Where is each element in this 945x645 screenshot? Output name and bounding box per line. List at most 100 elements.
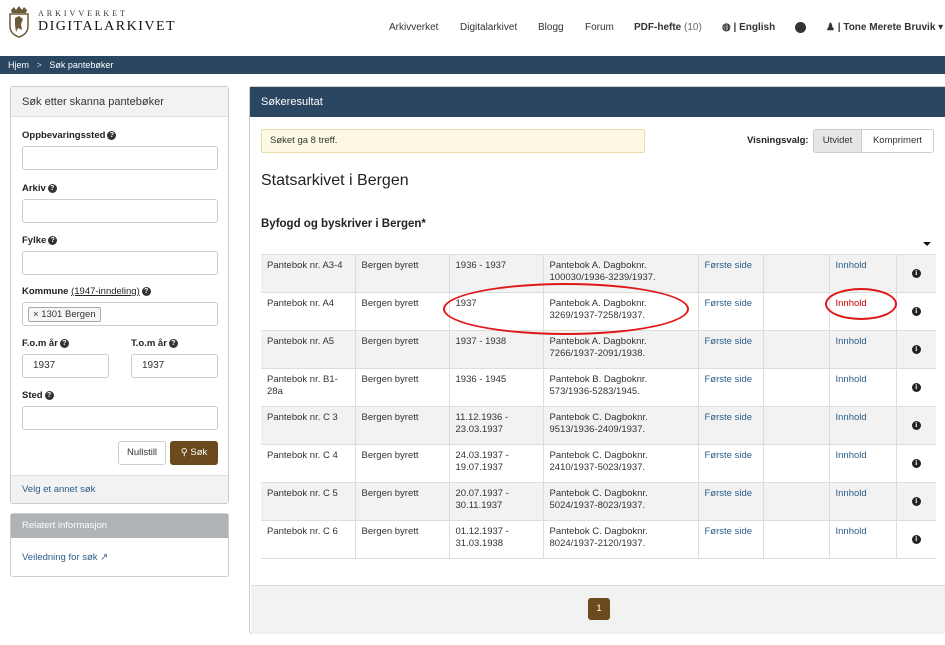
other-search-link[interactable]: Velg et annet søk [11,475,228,503]
info-icon[interactable]: i [911,269,921,278]
row-info: i [896,444,936,483]
info-icon[interactable]: i [911,307,921,316]
view-expanded-button[interactable]: Utvidet [813,129,862,153]
logo-top-text: ARKIVVERKET [38,9,128,18]
sort-caret-icon[interactable] [923,242,931,246]
globe-icon: ◍ [722,22,731,33]
municipality-tag-label: 1301 Bergen [41,309,96,320]
row-court: Bergen byrett [355,330,450,369]
info-icon[interactable]: i [911,535,921,544]
to-year-input[interactable]: 1937 [131,354,218,378]
info-icon[interactable]: i [911,383,921,392]
guide-link[interactable]: Veiledning for søk ↗ [22,552,108,563]
row-name: Pantebok nr. A3-4 [261,254,356,293]
reset-button[interactable]: Nullstill [118,441,166,465]
content-link[interactable]: Innhold [829,444,897,483]
row-court: Bergen byrett [355,444,450,483]
info-icon[interactable]: i [911,421,921,430]
help-icon: ? [141,287,151,296]
row-court: Bergen byrett [355,254,450,293]
row-name: Pantebok nr. C 5 [261,482,356,521]
help-icon: ? [44,391,54,400]
nav-forum[interactable]: Forum [585,22,614,33]
county-label: Fylke? [22,235,58,246]
content-link[interactable]: Innhold [829,520,897,559]
municipality-tag[interactable]: × 1301 Bergen [28,307,101,322]
first-page-link[interactable]: Første side [698,444,764,483]
row-info: i [896,254,936,293]
row-empty [763,330,830,369]
nav-blogg[interactable]: Blogg [538,22,564,33]
row-empty [763,444,830,483]
row-description: Pantebok A. Dagboknr. 3269/1937-7258/193… [543,292,699,331]
row-period: 1936 - 1945 [449,368,544,407]
first-page-link[interactable]: Første side [698,482,764,521]
row-info: i [896,292,936,331]
row-period: 1937 [449,292,544,331]
from-year-input[interactable]: 1937 [22,354,109,378]
nav-language[interactable]: ◍ | English [722,22,775,33]
content-link[interactable]: Innhold [829,368,897,407]
info-icon[interactable]: i [911,497,921,506]
content-link[interactable]: Innhold [829,406,897,445]
first-page-link[interactable]: Første side [698,406,764,445]
row-empty [763,406,830,445]
row-period: 20.07.1937 - 30.11.1937 [449,482,544,521]
first-page-link[interactable]: Første side [698,330,764,369]
nav-arkivverket[interactable]: Arkivverket [389,22,438,33]
first-page-link[interactable]: Første side [698,368,764,407]
municipality-note[interactable]: (1947-inndeling) [71,286,140,297]
row-description: Pantebok C. Dagboknr. 8024/1937-2120/193… [543,520,699,559]
row-court: Bergen byrett [355,368,450,407]
row-description: Pantebok C. Dagboknr. 2410/1937-5023/193… [543,444,699,483]
archive-input[interactable] [22,199,218,223]
sub-heading: Byfogd og byskriver i Bergen* [261,218,426,230]
row-description: Pantebok A. Dagboknr. 7266/1937-2091/193… [543,330,699,369]
content-link[interactable]: Innhold [829,482,897,521]
row-empty [763,368,830,407]
nav-user[interactable]: ♟ | Tone Merete Bruvik ▾ [826,22,943,33]
row-name: Pantebok nr. A5 [261,330,356,369]
table-row: Pantebok nr. C 3 Bergen byrett 11.12.1936 … [261,406,936,445]
first-page-link[interactable]: Første side [698,254,764,293]
row-period: 01.12.1937 - 31.03.1938 [449,520,544,559]
nav-digitalarkivet[interactable]: Digitalarkivet [460,22,517,33]
table-row: Pantebok nr. B1-28a Bergen byrett 1936 - 1… [261,368,936,407]
row-period: 1937 - 1938 [449,330,544,369]
related-panel: Relatert informasjon Veiledning for søk … [10,513,229,577]
row-empty [763,254,830,293]
results-panel: Søkeresultat Søket ga 8 treff. Visningsv… [249,86,945,634]
help-icon: ? [107,131,117,140]
breadcrumb-current: Søk pantebøker [49,60,114,70]
user-name: | Tone Merete Bruvik [837,22,936,33]
search-button[interactable]: ⚲ Søk [170,441,218,465]
storage-input[interactable] [22,146,218,170]
municipality-input[interactable]: × 1301 Bergen [22,302,218,326]
content-link[interactable]: Innhold [829,292,897,331]
breadcrumb-home[interactable]: Hjem [8,60,29,70]
help-icon: ? [47,184,57,193]
top-navbar: ARKIVVERKET DIGITALARKIVET Arkivverket D… [0,0,945,56]
row-name: Pantebok nr. A4 [261,292,356,331]
content-link[interactable]: Innhold [829,254,897,293]
info-icon[interactable]: i [911,345,921,354]
row-court: Bergen byrett [355,292,450,331]
nav-pdf-hefte[interactable]: PDF-hefte (10) [634,22,702,33]
content-link[interactable]: Innhold [829,330,897,369]
row-court: Bergen byrett [355,482,450,521]
table-row: Pantebok nr. C 5 Bergen byrett 20.07.1937 … [261,482,936,521]
main-nav: Arkivverket Digitalarkivet Blogg Forum P… [389,22,944,33]
remove-icon[interactable]: × [33,309,39,320]
info-icon[interactable]: i [911,459,921,468]
place-input[interactable] [22,406,218,430]
row-name: Pantebok nr. C 4 [261,444,356,483]
view-compact-button[interactable]: Komprimert [861,129,934,153]
county-input[interactable] [22,251,218,275]
first-page-link[interactable]: Første side [698,292,764,331]
first-page-link[interactable]: Første side [698,520,764,559]
table-row: Pantebok nr. A5 Bergen byrett 1937 - 1938 P… [261,330,936,369]
row-empty [763,292,830,331]
page-button[interactable]: 1 [588,598,610,620]
caret-down-icon: ▾ [938,22,944,33]
search-icon: ⚲ [180,447,188,458]
